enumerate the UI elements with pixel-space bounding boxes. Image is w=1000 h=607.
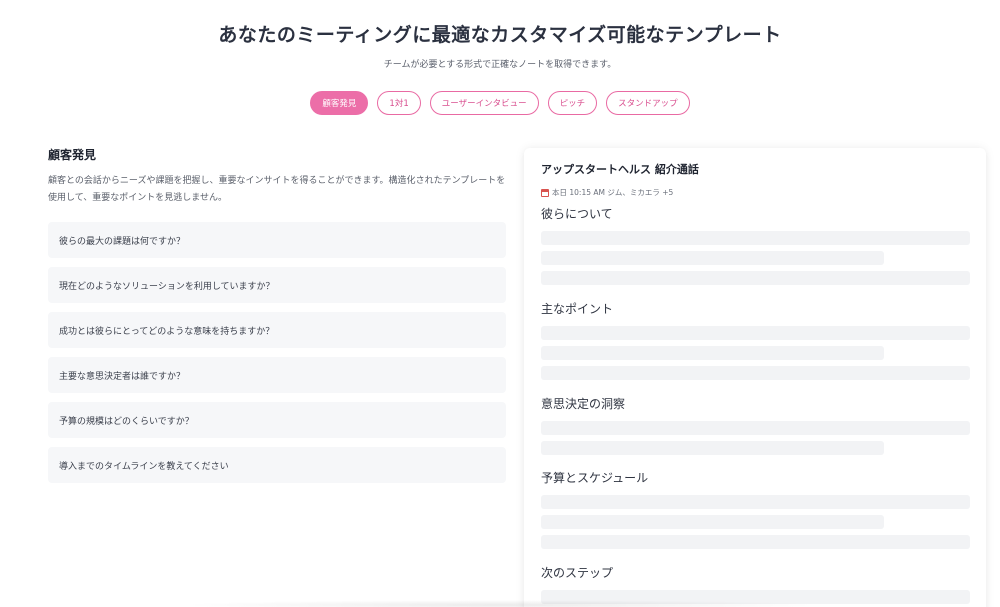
question-item[interactable]: 成功とは彼らにとってどのような意味を持ちますか？ [48, 312, 506, 348]
placeholder-line [541, 366, 970, 380]
tab-pitch[interactable]: ピッチ [547, 91, 598, 115]
bottom-shadow [180, 600, 820, 607]
placeholder-line [541, 251, 884, 265]
tab-user-interview[interactable]: ユーザーインタビュー [429, 91, 539, 115]
notes-section-heading: 次のステップ [541, 566, 614, 580]
notes-section-budget: 予算とスケジュール [541, 469, 970, 549]
placeholder-line [541, 271, 970, 285]
tab-standup[interactable]: スタンドアップ [606, 91, 690, 115]
page-subtitle: チームが必要とする形式で正確なノートを取得できます。 [383, 60, 617, 70]
placeholder-line [541, 231, 970, 245]
meeting-title: アップスタートヘルス 紹介通話 [541, 163, 699, 176]
notes-section-heading: 彼らについて [541, 207, 613, 221]
question-item[interactable]: 彼らの最大の課題は何ですか？ [48, 222, 506, 258]
placeholder-line [541, 441, 884, 455]
placeholder-line [541, 326, 970, 340]
question-item[interactable]: 導入までのタイムラインを教えてください [48, 447, 506, 483]
notes-section-heading: 意思決定の洞察 [541, 397, 626, 411]
question-item[interactable]: 現在どのようなソリューションを利用していますか？ [48, 267, 506, 303]
placeholder-line [541, 346, 884, 360]
notes-section-next-steps: 次のステップ [541, 564, 970, 604]
template-title: 顧客発見 [48, 148, 97, 162]
notes-section-key-points: 主なポイント [541, 300, 970, 380]
calendar-icon [541, 188, 549, 197]
notes-section-decision: 意思決定の洞察 [541, 395, 970, 455]
question-item[interactable]: 予算の規模はどのくらいですか？ [48, 402, 506, 438]
template-description: 顧客との会話からニーズや課題を把握し、重要なインサイトを得ることができます。構造… [48, 176, 506, 203]
template-description-panel: 顧客発見 顧客との会話からニーズや課題を把握し、重要なインサイトを得ることができ… [48, 146, 506, 483]
notes-preview-card: アップスタートヘルス 紹介通話 本日 10:15 AM ジム、ミカエラ +5 彼… [524, 148, 986, 607]
placeholder-line [541, 535, 970, 549]
placeholder-line [541, 421, 970, 435]
placeholder-line [541, 515, 884, 529]
tab-one-on-one[interactable]: 1対1 [377, 91, 421, 115]
templates-page: あなたのミーティングに最適なカスタマイズ可能なテンプレート チームが必要とする形… [0, 0, 1000, 607]
meeting-meta-text: 本日 10:15 AM ジム、ミカエラ +5 [552, 188, 674, 197]
notes-section-heading: 主なポイント [541, 302, 614, 316]
meeting-meta: 本日 10:15 AM ジム、ミカエラ +5 [541, 187, 673, 198]
page-title: あなたのミーティングに最適なカスタマイズ可能なテンプレート [218, 24, 782, 46]
question-item[interactable]: 主要な意思決定者は誰ですか？ [48, 357, 506, 393]
question-list: 彼らの最大の課題は何ですか？ 現在どのようなソリューションを利用していますか？ … [48, 222, 506, 483]
tab-customer-discovery[interactable]: 顧客発見 [310, 91, 369, 115]
template-tabs: 顧客発見 1対1 ユーザーインタビュー ピッチ スタンドアップ [0, 91, 1000, 115]
notes-section-about: 彼らについて [541, 205, 970, 285]
placeholder-line [541, 495, 970, 509]
notes-section-heading: 予算とスケジュール [541, 471, 649, 485]
